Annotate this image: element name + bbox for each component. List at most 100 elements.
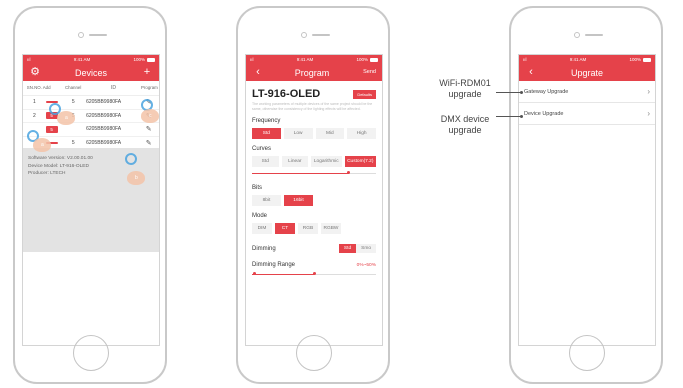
callout-dot xyxy=(520,115,523,118)
battery-icon xyxy=(642,58,651,62)
col-header-channel[interactable]: Channel xyxy=(60,85,86,91)
frequency-option[interactable]: Low xyxy=(283,128,313,139)
col-header-add[interactable]: Add xyxy=(43,85,61,91)
row-id: 6205BB9980FA xyxy=(86,112,122,119)
phone-upgrade: ııl 9:41 AM 100% ‹ Upgrate Gateway Upgra… xyxy=(509,6,663,384)
status-bar: ııl 9:41 AM 100% xyxy=(23,55,159,64)
home-button[interactable] xyxy=(296,335,332,371)
battery-text: 100% xyxy=(356,57,368,62)
curve-option[interactable]: Std xyxy=(252,156,279,167)
program-content: LT-916-OLED Defaults The working paramet… xyxy=(246,81,382,280)
curve-option[interactable]: Linear xyxy=(281,156,309,167)
col-header-id[interactable]: ID xyxy=(86,85,141,91)
table-row[interactable]: 1 5 6205BB9980FA ✎ xyxy=(23,96,159,110)
table-row[interactable]: 2 5 5 6205BB9980FA ✎ xyxy=(23,110,159,123)
page-title: Devices xyxy=(74,67,107,78)
chevron-right-icon: › xyxy=(647,87,650,96)
address-badge[interactable]: 5 xyxy=(45,125,58,133)
dimming-range-slider[interactable] xyxy=(252,272,376,276)
status-bar: ııl 9:41 AM 100% xyxy=(519,55,655,64)
program-navbar: ‹ Program Send xyxy=(246,64,382,81)
mode-option[interactable]: DIM xyxy=(252,223,272,234)
row-id: 6205BB9980FA xyxy=(86,126,122,133)
row-id: 6205BB9980FA xyxy=(86,139,122,146)
plus-icon[interactable]: + xyxy=(141,67,153,78)
device-info-panel: Software Version: V2.00.01.00 Device Mod… xyxy=(23,148,159,252)
device-model: Device Model: LT-916-OLED xyxy=(28,163,89,169)
frequency-option[interactable]: High xyxy=(347,128,376,139)
gear-icon[interactable]: ⚙ xyxy=(29,67,41,78)
edit-pencil-icon[interactable]: ✎ xyxy=(141,139,156,147)
mode-option[interactable]: CT xyxy=(275,223,295,234)
speaker-grille xyxy=(312,34,330,36)
consistency-warning: The working parameters of multiple devic… xyxy=(252,102,373,111)
defaults-button[interactable]: Defaults xyxy=(353,89,376,99)
edit-pencil-icon[interactable]: ✎ xyxy=(141,125,156,133)
slider-fill xyxy=(252,172,349,174)
col-header-sn: SN.NO. xyxy=(26,85,42,90)
home-button[interactable] xyxy=(569,335,605,371)
curve-option[interactable]: Logarithmic xyxy=(311,156,342,167)
dimming-label: Dimming xyxy=(252,245,276,252)
mode-option[interactable]: RGB xyxy=(298,223,318,234)
annotation-line2: upgrade xyxy=(448,89,482,99)
send-button[interactable]: Send xyxy=(360,69,376,76)
camera-icon xyxy=(301,32,307,38)
back-chevron-icon[interactable]: ‹ xyxy=(525,67,537,78)
dimming-range-row: Dimming Range 0%~50% xyxy=(252,262,376,268)
chevron-right-icon: › xyxy=(647,109,650,118)
gateway-upgrade-item[interactable]: Gateway Upgrade › xyxy=(519,81,655,103)
table-header: SN.NO. Add Channel ID Program xyxy=(23,81,159,96)
signal-indicator: ııl xyxy=(250,57,254,62)
dimming-option[interactable]: Smo xyxy=(356,244,376,253)
dimming-toggle: Std Smo xyxy=(338,244,376,253)
gateway-upgrade-label: Gateway Upgrade xyxy=(524,88,569,95)
range-handle-low[interactable] xyxy=(253,272,256,275)
table-row[interactable]: 5 6205BB9980FA ✎ xyxy=(23,123,159,137)
status-time: 9:41 AM xyxy=(73,57,91,62)
battery-text: 100% xyxy=(629,57,641,62)
curves-label: Curves xyxy=(252,146,272,152)
bits-option[interactable]: 16bit xyxy=(284,195,313,206)
frequency-option[interactable]: Std xyxy=(252,128,281,139)
status-time: 9:41 AM xyxy=(569,57,587,62)
battery-icon xyxy=(369,58,378,62)
signal-indicator: ııl xyxy=(523,57,527,62)
back-chevron-icon[interactable]: ‹ xyxy=(252,67,264,78)
device-upgrade-item[interactable]: Device Upgrade › xyxy=(519,103,655,125)
product-title: LT-916-OLED xyxy=(252,88,321,100)
curve-slider[interactable] xyxy=(252,171,376,175)
slider-fill xyxy=(252,273,314,275)
annotation-line1: DMX device xyxy=(440,114,490,124)
annotation-line1: WiFi-RDM01 xyxy=(439,78,491,88)
annotation-line2: upgrade xyxy=(448,125,482,135)
hand-label: a xyxy=(65,115,68,121)
range-handle-high[interactable] xyxy=(312,272,316,275)
mode-option[interactable]: RGBW xyxy=(321,223,341,234)
curve-option[interactable]: Custom(7.2) xyxy=(344,156,376,167)
callout-leader xyxy=(496,116,522,117)
home-button[interactable] xyxy=(73,335,109,371)
slider-handle[interactable] xyxy=(347,171,351,174)
tap-indicator-icon xyxy=(125,153,137,165)
row-channel: 5 xyxy=(71,139,75,146)
devices-navbar: ⚙ Devices + xyxy=(23,64,159,81)
dimming-option[interactable]: Std xyxy=(338,244,357,253)
frequency-label: Frequency xyxy=(252,118,281,124)
row-id: 6205BB9980FA xyxy=(86,99,122,106)
frequency-option[interactable]: Mid xyxy=(315,128,345,139)
hand-label: a xyxy=(41,142,44,148)
upgrade-navbar: ‹ Upgrate xyxy=(519,64,655,81)
battery-icon xyxy=(146,58,155,62)
page-title: Program xyxy=(294,67,330,78)
wifi-rdm01-annotation: WiFi-RDM01 upgrade xyxy=(426,78,504,100)
hand-label: b xyxy=(135,175,138,181)
bits-option[interactable]: 8bit xyxy=(252,195,281,206)
battery-text: 100% xyxy=(133,57,145,62)
row-sn: 2 xyxy=(32,112,36,119)
program-screen: ııl 9:41 AM 100% ‹ Program Send LT-916-O… xyxy=(245,54,383,346)
battery-indicator: 100% xyxy=(133,57,155,62)
bits-options: 8bit 16bit xyxy=(252,195,376,206)
upgrade-screen: ııl 9:41 AM 100% ‹ Upgrate Gateway Upgra… xyxy=(518,54,656,346)
dimming-row: Dimming Std Smo xyxy=(252,244,376,253)
